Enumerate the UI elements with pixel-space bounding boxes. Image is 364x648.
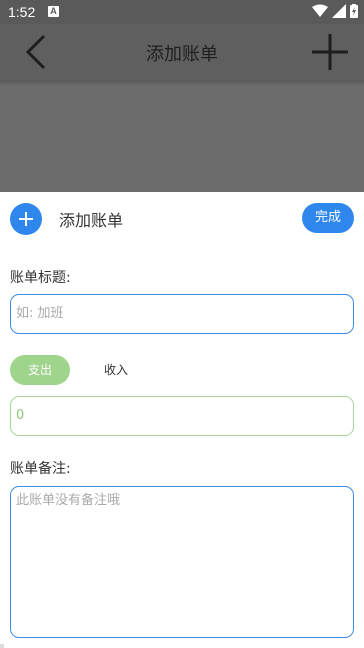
overlay-scrim[interactable] [0, 80, 364, 192]
plus-icon[interactable] [310, 32, 350, 72]
app-bar: 添加账单 [0, 24, 364, 80]
signal-icon [332, 4, 346, 18]
sheet-title: 添加账单 [59, 211, 124, 230]
status-icons [312, 4, 358, 18]
status-time: 1:52 [8, 4, 36, 20]
corner-mark [0, 644, 4, 648]
done-button[interactable]: 完成 [302, 203, 354, 233]
expense-button[interactable]: 支出 [10, 355, 70, 385]
bill-note-label: 账单备注: [10, 461, 71, 477]
status-bar: 1:52 A [0, 0, 364, 24]
amount-input[interactable]: 0 [10, 396, 354, 436]
bill-title-label: 账单标题: [10, 270, 71, 286]
sheet-header: 添加账单 [10, 203, 123, 235]
add-circle-icon [10, 203, 42, 235]
bill-note-textarea[interactable]: 此账单没有备注哦 [10, 486, 354, 638]
income-button[interactable]: 收入 [86, 355, 146, 385]
wifi-icon [312, 4, 328, 17]
notification-icon: A [48, 6, 59, 17]
app-bar-shadow [0, 80, 364, 86]
battery-icon [350, 4, 358, 18]
add-bill-sheet: 添加账单 完成 账单标题: 如: 加班 支出 收入 0 账单备注: 此账单没有备… [0, 192, 364, 648]
bill-title-input[interactable]: 如: 加班 [10, 294, 354, 334]
